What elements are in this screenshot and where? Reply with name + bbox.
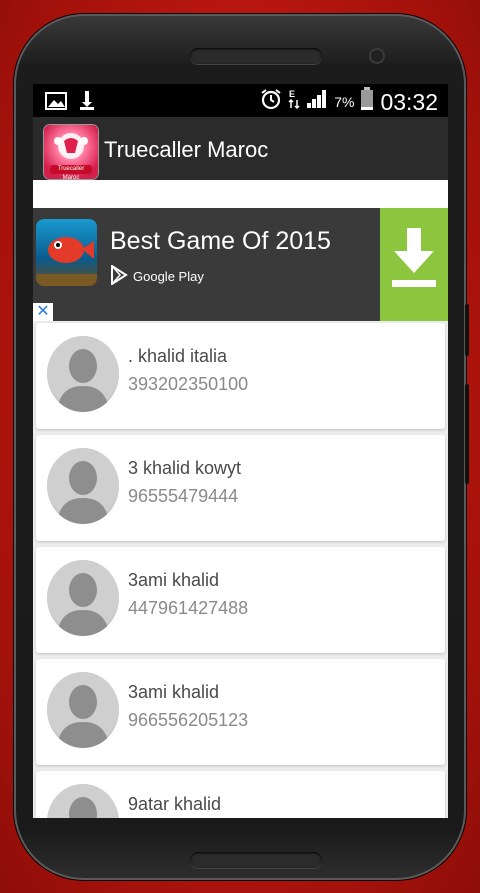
svg-text:E: E [289, 89, 295, 99]
google-play-label: Google Play [133, 269, 204, 284]
clock-time: 03:32 [380, 88, 438, 115]
volume-button [465, 384, 469, 484]
action-bar: Truecaller Maroc Truecaller Maroc [33, 117, 448, 180]
app-logo-icon[interactable]: Truecaller Maroc [44, 125, 98, 179]
image-icon [45, 90, 67, 118]
battery-icon [360, 87, 374, 117]
ad-title[interactable]: Best Game Of 2015 [110, 227, 331, 256]
contact-number: 966556205123 [128, 710, 249, 730]
signal-icon [306, 89, 328, 115]
google-play-badge[interactable]: Google Play [110, 264, 204, 288]
ad-close-icon[interactable]: ✕ [33, 303, 53, 321]
default-avatar-icon [47, 448, 119, 524]
download-icon [79, 90, 95, 118]
ad-top-strip [33, 180, 448, 208]
app-title: Truecaller Maroc [104, 137, 269, 162]
google-play-icon [110, 264, 128, 288]
battery-percent: 7% [334, 94, 355, 110]
contact-number: 393202350100 [128, 374, 249, 394]
contact-number: 447961427488 [128, 598, 249, 618]
default-avatar-icon [47, 672, 119, 748]
screen: E 7% 03:32 Truecaller Maroc Truecaller M… [33, 84, 448, 818]
contact-number: 96555479444 [128, 486, 239, 506]
default-avatar-icon [47, 336, 119, 412]
alarm-icon [260, 88, 282, 116]
phone-frame: E 7% 03:32 Truecaller Maroc Truecaller M… [14, 14, 469, 880]
contact-card[interactable]: 3ami khalid 966556205123 [36, 659, 445, 765]
earpiece-speaker [190, 48, 322, 64]
power-button [465, 304, 469, 356]
download-arrow-icon [392, 228, 436, 287]
ad-game-thumbnail[interactable] [36, 219, 97, 286]
ad-banner[interactable]: Best Game Of 2015 Google Play [33, 208, 448, 321]
default-avatar-icon [47, 560, 119, 636]
contact-name: 3ami khalid [128, 682, 220, 702]
bottom-speaker [190, 852, 322, 868]
contact-card[interactable]: 3ami khalid 447961427488 [36, 547, 445, 653]
default-avatar-icon [47, 784, 119, 818]
contact-name: . khalid italia [128, 346, 228, 366]
contact-card[interactable]: 9atar khalid [36, 771, 445, 818]
data-icon: E [288, 88, 300, 116]
ad-download-button[interactable] [380, 208, 448, 321]
contact-name: 9atar khalid [128, 794, 222, 814]
app-logo-label: Truecaller Maroc [50, 165, 92, 179]
contact-name: 3ami khalid [128, 570, 220, 590]
status-bar: E 7% 03:32 [33, 84, 448, 117]
contact-name: 3 khalid kowyt [128, 458, 242, 478]
front-camera [371, 50, 383, 62]
contact-card[interactable]: 3 khalid kowyt 96555479444 [36, 435, 445, 541]
contact-card[interactable]: . khalid italia 393202350100 [36, 323, 445, 429]
